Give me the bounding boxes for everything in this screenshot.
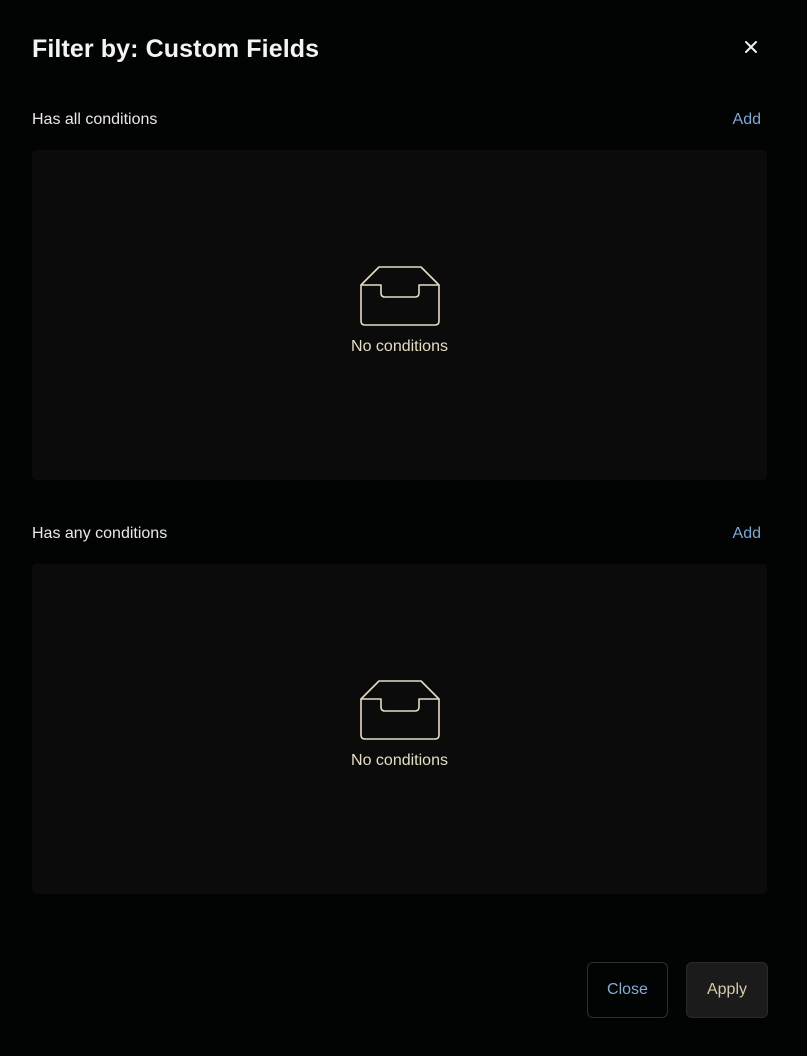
inbox-tray-icon [359, 680, 440, 740]
empty-state-text: No conditions [351, 752, 448, 769]
close-icon[interactable] [738, 34, 764, 60]
close-icon-glyph [745, 41, 757, 53]
modal-title: Filter by: Custom Fields [32, 35, 320, 63]
close-button[interactable]: Close [587, 962, 668, 1018]
inbox-tray-icon [359, 266, 440, 326]
section-label-any-conditions: Has any conditions [32, 525, 168, 542]
all-conditions-panel: No conditions [32, 150, 767, 480]
apply-button[interactable]: Apply [686, 962, 768, 1018]
add-all-condition-button[interactable]: Add [733, 109, 761, 131]
empty-state-text: No conditions [351, 338, 448, 355]
section-label-all-conditions: Has all conditions [32, 111, 158, 128]
add-any-condition-button[interactable]: Add [733, 523, 761, 545]
filter-modal: Filter by: Custom Fields Has all conditi… [0, 0, 807, 1056]
any-conditions-panel: No conditions [32, 564, 767, 894]
